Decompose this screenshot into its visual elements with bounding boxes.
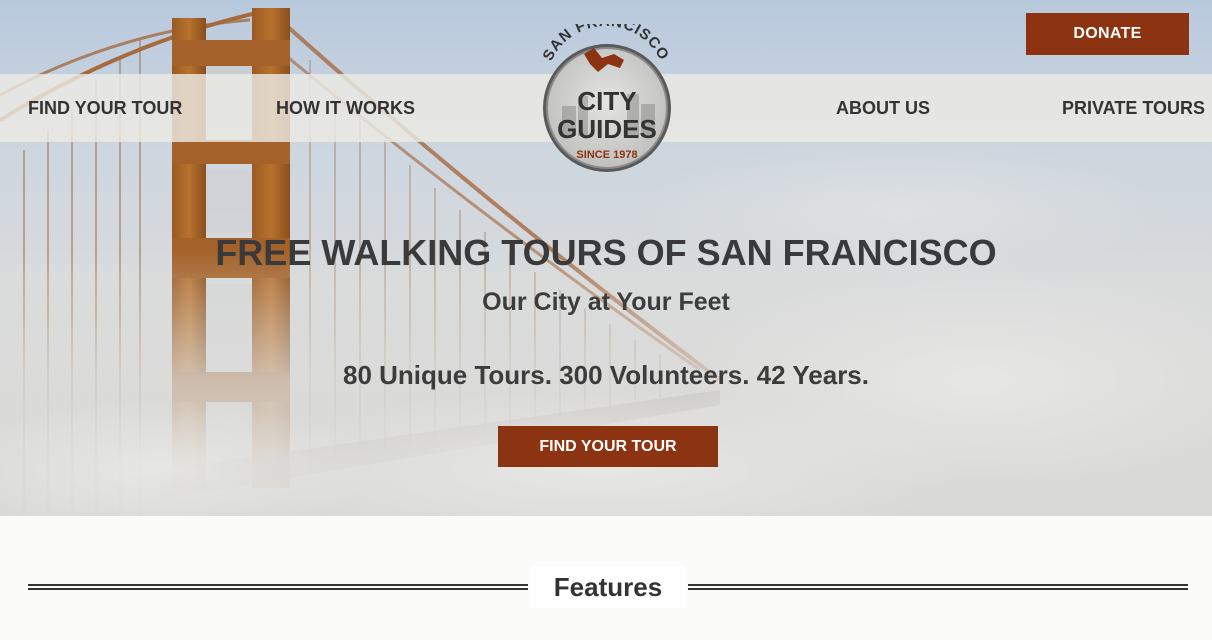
logo-city-text: CITY [577, 86, 636, 116]
section-heading: Features [530, 566, 686, 608]
nav-how-it-works[interactable]: HOW IT WORKS [276, 74, 415, 142]
hero-title: FREE WALKING TOURS OF SAN FRANCISCO [215, 232, 997, 273]
logo-guides-text: GUIDES [557, 114, 657, 144]
hero-stats: 80 Unique Tours. 300 Volunteers. 42 Year… [342, 360, 869, 390]
nav-private-tours[interactable]: PRIVATE TOURS [1062, 74, 1205, 142]
donate-button[interactable]: DONATE [1026, 13, 1189, 55]
find-your-tour-button[interactable]: FIND YOUR TOUR [498, 426, 718, 467]
nav-find-your-tour[interactable]: FIND YOUR TOUR [28, 74, 182, 142]
hero-subtitle: Our City at Your Feet [482, 288, 730, 316]
section-divider-right [688, 584, 1188, 590]
city-guides-logo[interactable]: SAN FRANCISCO CITY GUIDES SINCE 1978 [532, 13, 680, 174]
logo-since-text: SINCE 1978 [576, 149, 637, 161]
nav-about-us[interactable]: ABOUT US [836, 74, 930, 142]
section-divider-left [28, 584, 528, 590]
